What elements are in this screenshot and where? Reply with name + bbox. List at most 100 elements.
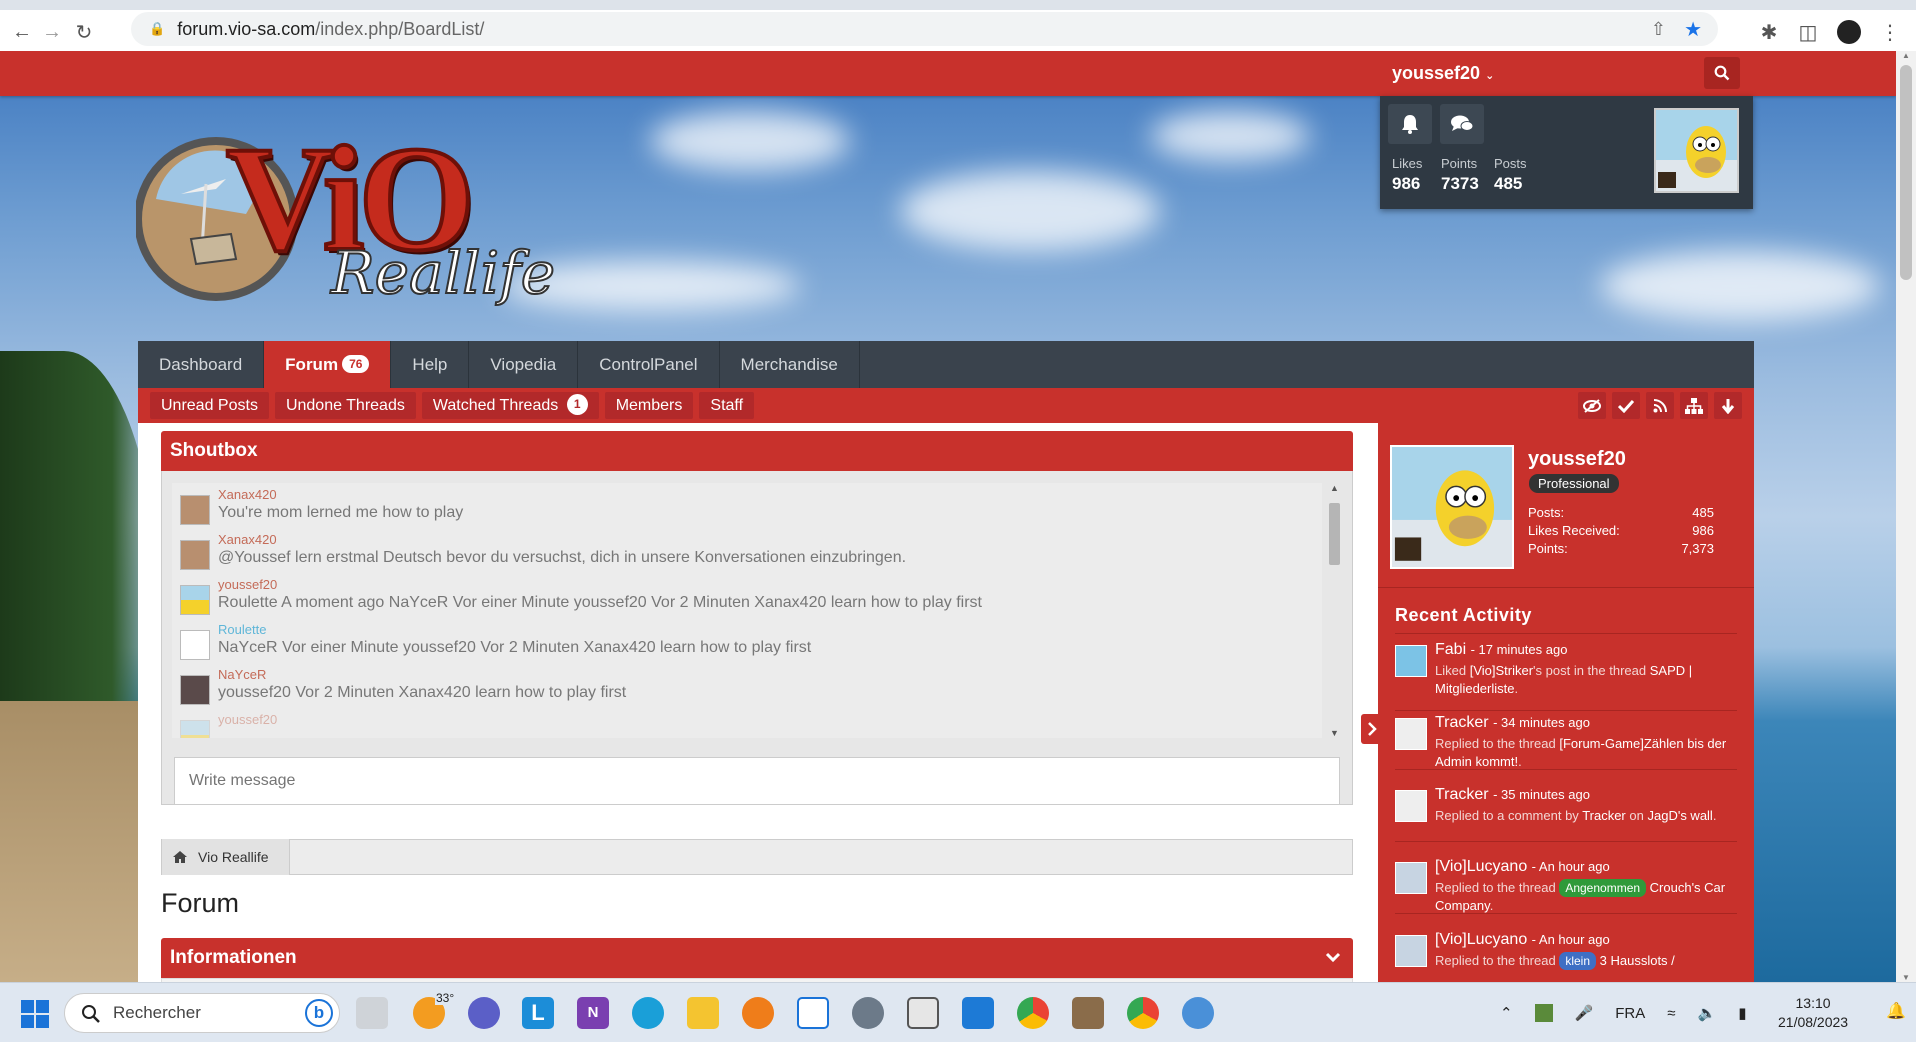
activity-user[interactable]: [Vio]Lucyano: [1435, 931, 1527, 948]
subnav-members[interactable]: Members: [604, 392, 694, 419]
scroll-up-icon[interactable]: ▲: [1330, 483, 1339, 493]
activity-avatar[interactable]: [1395, 645, 1427, 677]
windows-taskbar: Rechercher b 33° L N ⌃ 🎤 FRA ≈ 🔈 ▮ 13:10…: [0, 982, 1916, 1042]
site-logo[interactable]: ViO Reallife: [134, 117, 556, 324]
scroll-up-icon[interactable]: ▲: [1902, 51, 1910, 60]
subnav-watched-threads[interactable]: Watched Threads 1: [421, 392, 599, 419]
chevron-down-icon[interactable]: [1325, 952, 1341, 964]
page-scrollbar[interactable]: ▲ ▼: [1896, 51, 1916, 982]
store-icon[interactable]: [797, 997, 829, 1029]
vscode-icon[interactable]: [962, 997, 994, 1029]
wifi-icon[interactable]: ≈: [1667, 1005, 1675, 1022]
clock-time: 13:10: [1795, 995, 1831, 1011]
shout-author[interactable]: Xanax420: [218, 483, 1322, 502]
shout-author[interactable]: youssef20: [218, 708, 1322, 727]
activity-link[interactable]: [Vio]Striker: [1470, 663, 1533, 678]
notifications-button[interactable]: [1388, 104, 1432, 144]
onenote-icon[interactable]: N: [577, 997, 609, 1029]
shout-message-input[interactable]: [174, 757, 1340, 805]
search-button[interactable]: [1704, 57, 1740, 89]
activity-user[interactable]: Tracker: [1435, 714, 1489, 731]
forward-arrow-icon[interactable]: →: [38, 18, 66, 46]
shout-author[interactable]: Xanax420: [218, 528, 1322, 547]
nav-tab-viopedia[interactable]: Viopedia: [469, 341, 579, 388]
taskbar-search-text: Rechercher: [113, 1003, 201, 1022]
subnav-unread-posts[interactable]: Unread Posts: [150, 392, 269, 419]
snipping-tool-icon[interactable]: [907, 997, 939, 1029]
subnav-undone-threads[interactable]: Undone Threads: [274, 392, 416, 419]
chrome-icon[interactable]: [1017, 997, 1049, 1029]
sitemap-icon[interactable]: [1680, 392, 1708, 419]
shout-text: youssef20 Vor 2 Minuten Xanax420 learn h…: [218, 684, 627, 701]
shout-author[interactable]: youssef20: [218, 573, 1322, 592]
activity-user[interactable]: Fabi: [1435, 641, 1466, 658]
game-app-icon[interactable]: [1072, 997, 1104, 1029]
shout-author[interactable]: Roulette: [218, 618, 1322, 637]
taskbar-clock[interactable]: 13:10 21/08/2023: [1778, 994, 1848, 1032]
nav-tab-forum[interactable]: Forum 76: [264, 341, 392, 388]
share-icon[interactable]: ⇧: [1651, 19, 1666, 40]
volume-icon[interactable]: 🔈: [1698, 1004, 1717, 1022]
chevron-up-icon[interactable]: ⌃: [1500, 1004, 1513, 1022]
battery-icon[interactable]: ▮: [1738, 1004, 1746, 1022]
nav-tab-dashboard[interactable]: Dashboard: [138, 341, 265, 388]
activity-avatar[interactable]: [1395, 790, 1427, 822]
conversations-button[interactable]: [1440, 104, 1484, 144]
edge-icon[interactable]: [632, 997, 664, 1029]
app-circle-icon[interactable]: [1182, 997, 1214, 1029]
blender-icon[interactable]: [742, 997, 774, 1029]
weather-icon[interactable]: 33°: [413, 991, 456, 1029]
breadcrumb-home[interactable]: Vio Reallife: [162, 839, 290, 875]
gpu-app-icon[interactable]: [1534, 1004, 1553, 1022]
subnav-staff[interactable]: Staff: [699, 392, 755, 419]
extensions-icon[interactable]: ✱: [1755, 18, 1783, 46]
scroll-down-icon[interactable]: ▼: [1330, 728, 1339, 738]
shout-text: @Youssef lern erstmal Deutsch bevor du v…: [218, 549, 907, 566]
sidebar-profile-avatar[interactable]: [1390, 445, 1514, 569]
bookmark-star-icon[interactable]: ★: [1684, 17, 1702, 42]
sidepanel-icon[interactable]: ◫: [1794, 18, 1822, 46]
shoutbox-scrollbar[interactable]: ▲ ▼: [1326, 483, 1342, 738]
scroll-down-icon[interactable]: ▼: [1902, 973, 1910, 982]
address-bar[interactable]: 🔒 forum.vio-sa.com/index.php/BoardList/ …: [131, 12, 1718, 46]
settings-gear-icon[interactable]: [852, 997, 884, 1029]
taskbar-search[interactable]: Rechercher b: [64, 993, 340, 1033]
teams-icon[interactable]: [468, 997, 500, 1029]
language-indicator[interactable]: FRA: [1615, 1005, 1645, 1022]
activity-link[interactable]: Tracker: [1582, 808, 1626, 823]
checkmark-icon[interactable]: [1612, 392, 1640, 419]
status-tag-accepted: Angenommen: [1559, 879, 1647, 897]
activity-thread-link[interactable]: 3 Hausslots /: [1600, 953, 1675, 968]
nav-tab-merchandise[interactable]: Merchandise: [720, 341, 860, 388]
activity-avatar[interactable]: [1395, 935, 1427, 967]
shoutbox-messages[interactable]: Xanax420 You're mom lerned me how to pla…: [172, 483, 1322, 738]
profile-avatar-icon[interactable]: [1835, 18, 1863, 46]
activity-avatar[interactable]: [1395, 862, 1427, 894]
file-explorer-icon[interactable]: [687, 997, 719, 1029]
url-domain: forum.vio-sa.com: [177, 18, 316, 39]
rss-feed-icon[interactable]: [1646, 392, 1674, 419]
breadcrumb: Vio Reallife: [161, 839, 1353, 875]
activity-user[interactable]: [Vio]Lucyano: [1435, 858, 1527, 875]
nav-tab-help[interactable]: Help: [391, 341, 470, 388]
activity-avatar[interactable]: [1395, 718, 1427, 750]
reload-icon[interactable]: ↻: [70, 18, 98, 46]
user-avatar[interactable]: [1654, 108, 1739, 193]
shout-author[interactable]: NaYceR: [218, 663, 1322, 682]
back-arrow-icon[interactable]: ←: [8, 18, 36, 46]
sidebar-username[interactable]: youssef20: [1528, 448, 1626, 471]
activity-user[interactable]: Tracker: [1435, 786, 1489, 803]
chrome-profile-icon[interactable]: [1127, 997, 1159, 1029]
nav-tab-controlpanel[interactable]: ControlPanel: [578, 341, 720, 388]
menu-dots-icon[interactable]: ⋮: [1876, 18, 1904, 46]
user-menu[interactable]: youssef20 ⌄: [1392, 51, 1494, 96]
app-l-icon[interactable]: L: [522, 997, 554, 1029]
arrow-down-icon[interactable]: [1714, 392, 1742, 419]
notification-bell-icon[interactable]: 🔔: [1886, 1001, 1906, 1021]
activity-link[interactable]: JagD's wall: [1647, 808, 1712, 823]
eye-slash-icon[interactable]: [1578, 392, 1606, 419]
windows-start-icon[interactable]: [20, 999, 50, 1029]
informationen-header[interactable]: Informationen: [161, 938, 1353, 978]
task-view-icon[interactable]: [356, 997, 388, 1029]
microphone-icon[interactable]: 🎤: [1575, 1004, 1594, 1022]
